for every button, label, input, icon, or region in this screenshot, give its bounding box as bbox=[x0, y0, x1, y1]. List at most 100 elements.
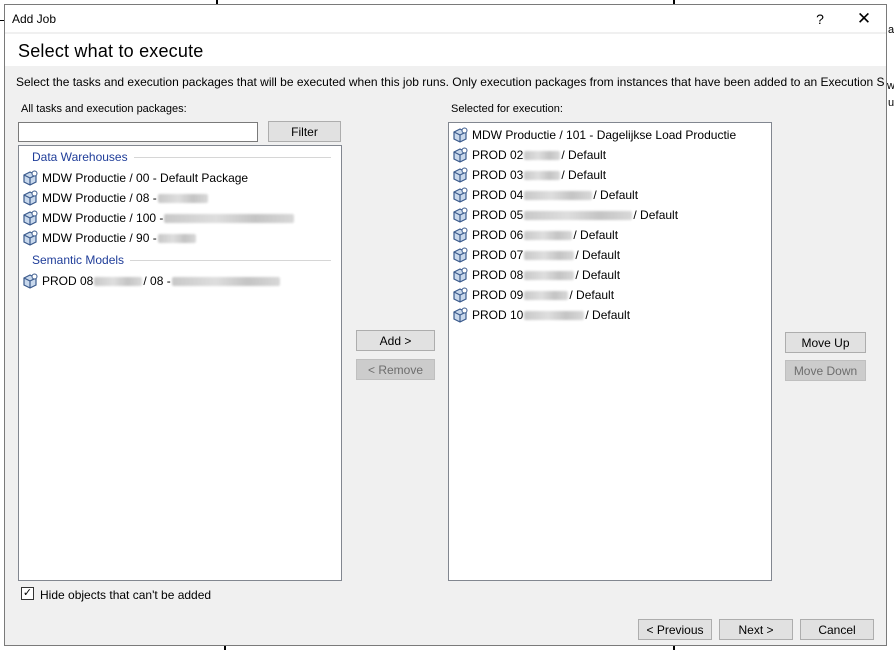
hide-objects-label[interactable]: Hide objects that can't be added bbox=[40, 588, 211, 602]
redacted-text bbox=[171, 276, 280, 286]
item-text: PROD 08 bbox=[472, 268, 524, 282]
selected-items-list[interactable]: MDW Productie / 101 - Dagelijkse Load Pr… bbox=[448, 122, 772, 581]
help-icon: ? bbox=[816, 10, 824, 27]
close-icon: ✕ bbox=[856, 8, 872, 28]
package-icon bbox=[453, 287, 468, 303]
cancel-button[interactable]: Cancel bbox=[800, 619, 874, 640]
group-divider bbox=[134, 157, 331, 158]
move-up-button[interactable]: Move Up bbox=[785, 332, 866, 353]
item-text: / Default bbox=[573, 228, 619, 242]
item-text: / Default bbox=[633, 208, 679, 222]
item-text: PROD 04 bbox=[472, 188, 524, 202]
help-button[interactable]: ? bbox=[798, 5, 842, 32]
close-button[interactable]: ✕ bbox=[842, 5, 886, 32]
package-icon bbox=[453, 187, 468, 203]
item-text: MDW Productie / 00 - Default Package bbox=[42, 171, 249, 185]
list-item[interactable]: MDW Productie / 100 - bbox=[22, 209, 295, 227]
list-item[interactable]: PROD 08 / 08 - bbox=[22, 272, 281, 290]
list-item[interactable]: PROD 09 / Default bbox=[452, 286, 614, 304]
package-icon bbox=[453, 167, 468, 183]
list-item[interactable]: MDW Productie / 90 - bbox=[22, 229, 197, 247]
group-header: Semantic Models bbox=[32, 253, 125, 267]
item-text: PROD 03 bbox=[472, 168, 524, 182]
item-text: PROD 08 bbox=[42, 274, 94, 288]
list-item[interactable]: PROD 04 / Default bbox=[452, 186, 638, 204]
item-text: PROD 06 bbox=[472, 228, 524, 242]
redacted-text bbox=[524, 230, 573, 240]
redacted-text bbox=[157, 193, 208, 203]
item-text: / Default bbox=[569, 288, 615, 302]
item-text: PROD 05 bbox=[472, 208, 524, 222]
redacted-text bbox=[524, 290, 569, 300]
next-button[interactable]: Next > bbox=[719, 619, 793, 640]
package-icon bbox=[453, 207, 468, 223]
item-text: MDW Productie / 100 - bbox=[42, 211, 164, 225]
item-text: MDW Productie / 101 - Dagelijkse Load Pr… bbox=[472, 128, 737, 142]
item-text: / Default bbox=[593, 188, 639, 202]
checkmark-icon: ✓ bbox=[22, 587, 33, 599]
package-icon bbox=[23, 170, 38, 186]
item-text: / Default bbox=[575, 268, 621, 282]
redacted-text bbox=[157, 233, 196, 243]
redacted-text bbox=[524, 190, 593, 200]
group-divider bbox=[130, 260, 331, 261]
page-title: Select what to execute bbox=[18, 41, 204, 61]
item-text: MDW Productie / 08 - bbox=[42, 191, 157, 205]
list-item[interactable]: PROD 10 / Default bbox=[452, 306, 630, 324]
window-title: Add Job bbox=[12, 12, 57, 26]
selected-label: Selected for execution: bbox=[451, 103, 563, 115]
package-icon bbox=[453, 267, 468, 283]
background-text-fragment: a bbox=[888, 24, 894, 36]
redacted-text bbox=[524, 210, 633, 220]
package-icon bbox=[23, 190, 38, 206]
background-frame-line bbox=[673, 646, 675, 650]
list-item[interactable]: PROD 08 / Default bbox=[452, 266, 620, 284]
title-bar: Add Job ? ✕ bbox=[5, 5, 886, 32]
list-item[interactable]: PROD 05 / Default bbox=[452, 206, 678, 224]
item-text: / Default bbox=[561, 148, 607, 162]
package-icon bbox=[23, 273, 38, 289]
redacted-text bbox=[524, 170, 561, 180]
background-frame-line bbox=[224, 646, 226, 650]
group-header: Data Warehouses bbox=[32, 150, 128, 164]
move-down-button[interactable]: Move Down bbox=[785, 360, 866, 381]
item-text: MDW Productie / 90 - bbox=[42, 231, 157, 245]
list-item[interactable]: MDW Productie / 08 - bbox=[22, 189, 209, 207]
redacted-text bbox=[524, 250, 575, 260]
add-job-dialog: Add Job ? ✕ Select what to execute Selec… bbox=[4, 4, 887, 646]
page-description: Select the tasks and execution packages … bbox=[16, 75, 884, 89]
item-text: / Default bbox=[585, 308, 631, 322]
available-items-list[interactable]: Data Warehouses MDW Productie / 00 - Defa… bbox=[18, 145, 342, 581]
add-button[interactable]: Add > bbox=[356, 330, 435, 351]
list-item[interactable]: MDW Productie / 101 - Dagelijkse Load Pr… bbox=[452, 126, 736, 144]
filter-input[interactable] bbox=[18, 122, 258, 142]
redacted-text bbox=[524, 150, 561, 160]
redacted-text bbox=[524, 310, 585, 320]
item-text: / Default bbox=[575, 248, 621, 262]
background-text-fragment: wi bbox=[887, 80, 894, 92]
package-icon bbox=[453, 147, 468, 163]
header-panel: Select what to execute bbox=[5, 34, 886, 66]
item-text: PROD 02 bbox=[472, 148, 524, 162]
list-item[interactable]: PROD 03 / Default bbox=[452, 166, 606, 184]
list-item[interactable]: PROD 02 / Default bbox=[452, 146, 606, 164]
list-item[interactable]: MDW Productie / 00 - Default Package bbox=[22, 169, 248, 187]
redacted-text bbox=[164, 213, 295, 223]
package-icon bbox=[453, 127, 468, 143]
background-text-fragment: u bbox=[888, 97, 894, 109]
list-item[interactable]: PROD 07 / Default bbox=[452, 246, 620, 264]
item-text: / 08 - bbox=[143, 274, 171, 288]
remove-button[interactable]: < Remove bbox=[356, 359, 435, 380]
package-icon bbox=[453, 247, 468, 263]
package-icon bbox=[23, 230, 38, 246]
all-tasks-label: All tasks and execution packages: bbox=[21, 103, 187, 115]
package-icon bbox=[453, 227, 468, 243]
item-text: PROD 07 bbox=[472, 248, 524, 262]
package-icon bbox=[23, 210, 38, 226]
previous-button[interactable]: < Previous bbox=[638, 619, 712, 640]
hide-objects-checkbox[interactable]: ✓ bbox=[21, 587, 34, 600]
list-item[interactable]: PROD 06 / Default bbox=[452, 226, 618, 244]
item-text: PROD 09 bbox=[472, 288, 524, 302]
redacted-text bbox=[94, 276, 143, 286]
filter-button[interactable]: Filter bbox=[268, 121, 341, 142]
